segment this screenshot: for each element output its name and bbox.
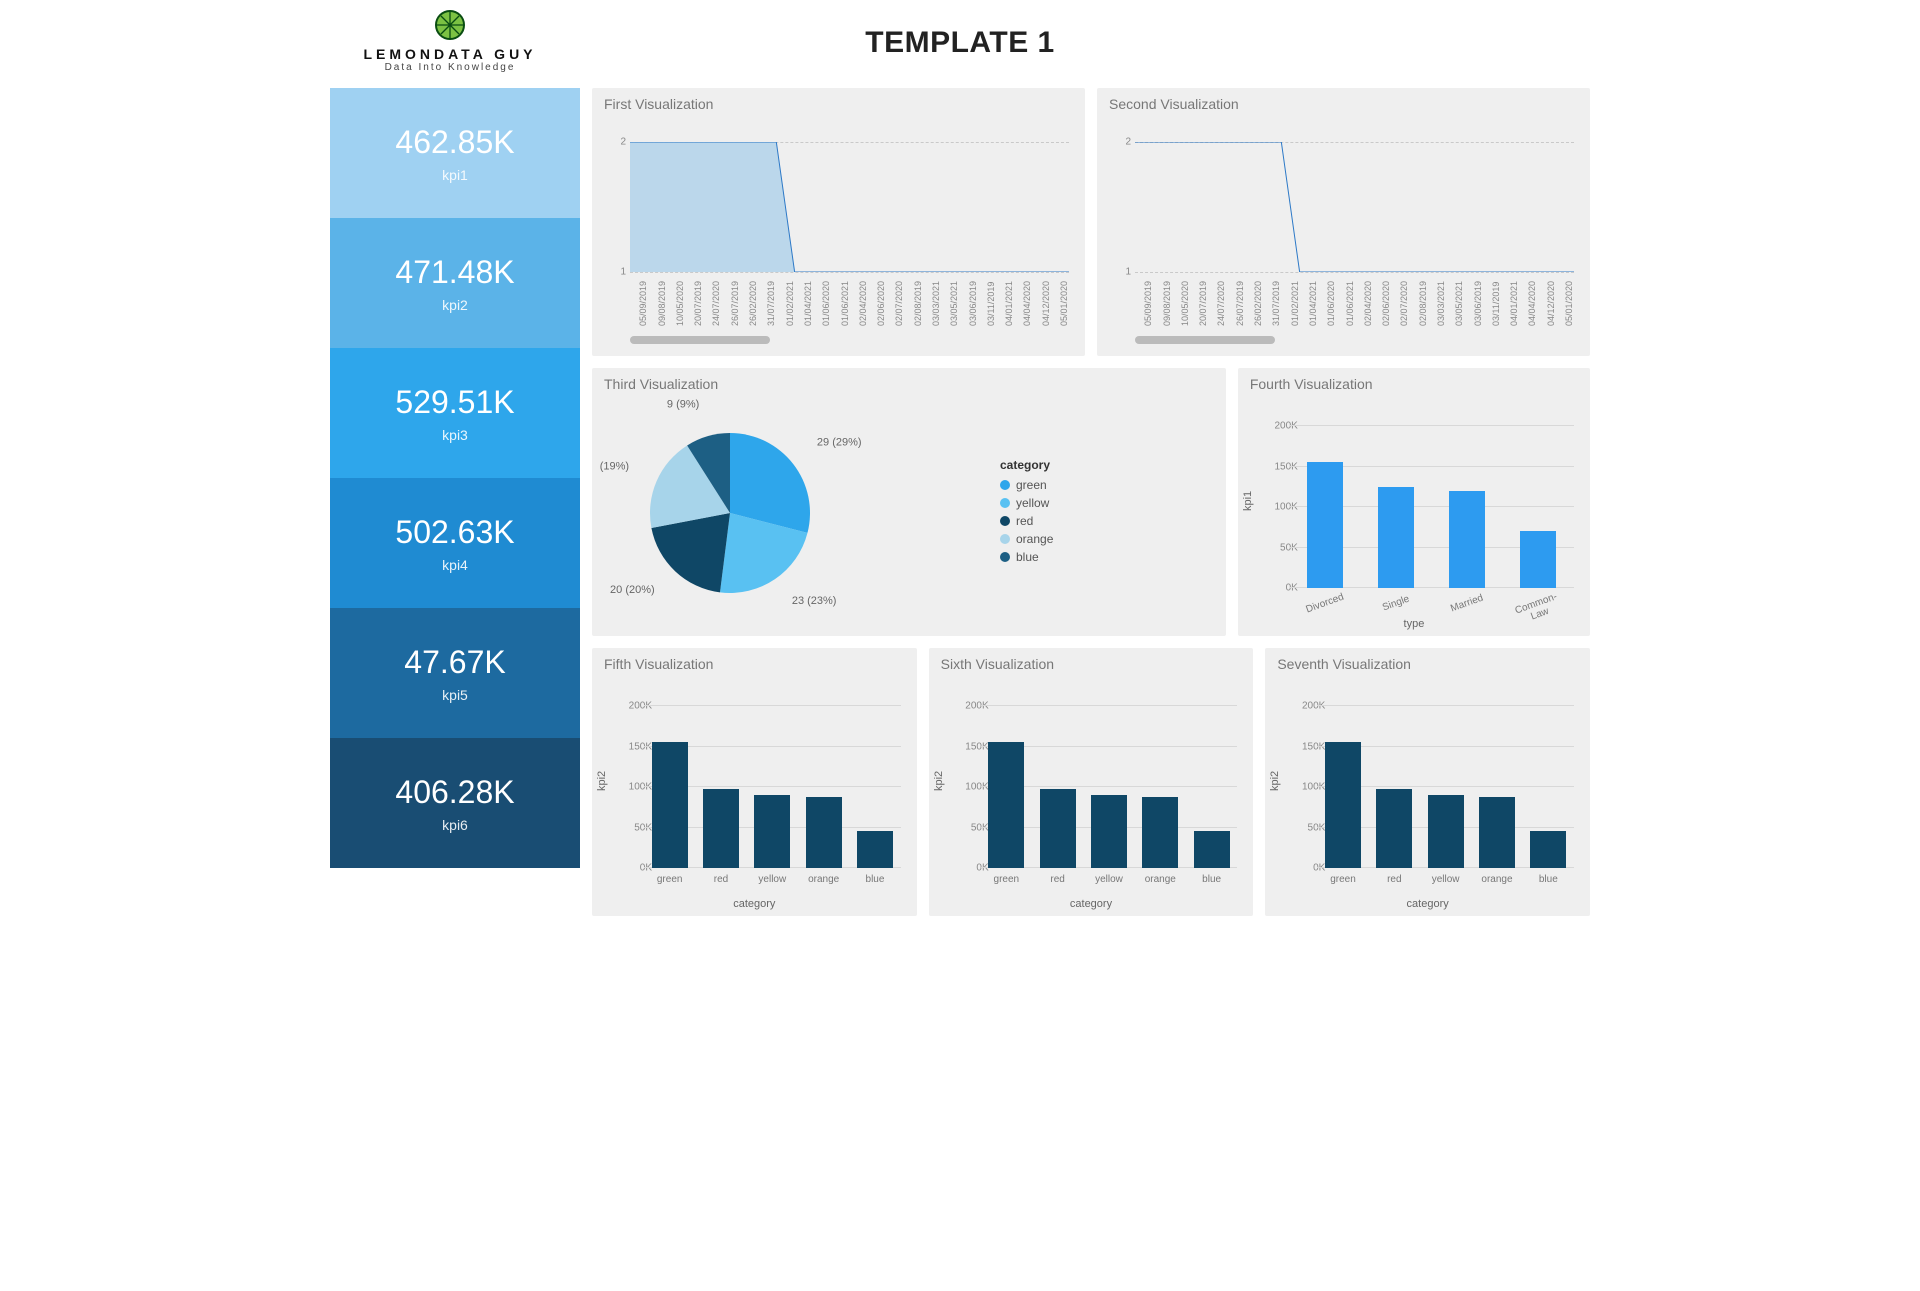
third-visualization-card[interactable]: Third Visualization 29 (29%) 23 (23%) 20 (… — [592, 368, 1226, 636]
svg-text:9 (9%): 9 (9%) — [667, 398, 699, 410]
pie-legend: category green yellow red orange blue — [1000, 458, 1053, 568]
kpi-card-kpi2[interactable]: 471.48K kpi2 — [330, 218, 580, 348]
fourth-visualization-card[interactable]: Fourth Visualization kpi1 0K50K100K150K2… — [1238, 368, 1590, 636]
bar-yellow[interactable]: yellow — [1091, 706, 1127, 868]
main-content: First Visualization 21 01/08/202005/09/2… — [592, 88, 1590, 916]
seventh-visualization-card[interactable]: Seventh Visualization kpi2 0K50K100K150K… — [1265, 648, 1590, 916]
bar-orange[interactable]: orange — [1142, 706, 1178, 868]
bar-blue[interactable]: blue — [857, 706, 893, 868]
bar-orange[interactable]: orange — [806, 706, 842, 868]
y-axis-label: kpi1 — [1242, 491, 1254, 511]
kpi-card-kpi3[interactable]: 529.51K kpi3 — [330, 348, 580, 478]
bar-Divorced[interactable]: Divorced — [1307, 426, 1343, 588]
chart-title: Second Visualization — [1109, 96, 1582, 112]
kpi-card-kpi1[interactable]: 462.85K kpi1 — [330, 88, 580, 218]
kpi-label: kpi3 — [330, 427, 580, 443]
bar-red[interactable]: red — [1040, 706, 1076, 868]
x-axis-label: category — [1273, 898, 1582, 910]
kpi-label: kpi1 — [330, 167, 580, 183]
legend-item-red[interactable]: red — [1000, 514, 1053, 528]
bar-blue[interactable]: blue — [1530, 706, 1566, 868]
bar-green[interactable]: green — [652, 706, 688, 868]
chart-title: Fourth Visualization — [1250, 376, 1582, 392]
legend-item-yellow[interactable]: yellow — [1000, 496, 1053, 510]
kpi-sidebar: 462.85K kpi1 471.48K kpi2 529.51K kpi3 502.63K… — [330, 88, 580, 916]
chart-title: Seventh Visualization — [1277, 656, 1582, 672]
fifth-visualization-card[interactable]: Fifth Visualization kpi2 0K50K100K150K20… — [592, 648, 917, 916]
kpi-card-kpi5[interactable]: 47.67K kpi5 — [330, 608, 580, 738]
y-axis-label: kpi2 — [1269, 771, 1281, 791]
page-title: TEMPLATE 1 — [330, 26, 1590, 60]
legend-item-green[interactable]: green — [1000, 478, 1053, 492]
x-axis-label: type — [1246, 618, 1582, 630]
kpi-label: kpi6 — [330, 817, 580, 833]
bar-yellow[interactable]: yellow — [1428, 706, 1464, 868]
svg-text:29 (29%): 29 (29%) — [817, 437, 862, 449]
svg-text:19 (19%): 19 (19%) — [600, 460, 629, 472]
x-axis-label: category — [937, 898, 1246, 910]
first-visualization-card[interactable]: First Visualization 21 01/08/202005/09/2… — [592, 88, 1085, 356]
kpi-label: kpi5 — [330, 687, 580, 703]
chart-title: Sixth Visualization — [941, 656, 1246, 672]
kpi-value: 47.67K — [330, 644, 580, 681]
chart-title: First Visualization — [604, 96, 1077, 112]
bar-yellow[interactable]: yellow — [754, 706, 790, 868]
pie-chart[interactable]: 29 (29%) 23 (23%) 20 (20%) 19 (19%) 9 (9%) — [600, 398, 980, 628]
legend-item-blue[interactable]: blue — [1000, 550, 1053, 564]
bar-Common-Law[interactable]: Common-Law — [1520, 426, 1556, 588]
sixth-visualization-card[interactable]: Sixth Visualization kpi2 0K50K100K150K20… — [929, 648, 1254, 916]
header: LEMONDATA GUY Data Into Knowledge TEMPLA… — [330, 8, 1590, 78]
x-axis-label: category — [600, 898, 909, 910]
legend-title: category — [1000, 458, 1053, 472]
bar-orange[interactable]: orange — [1479, 706, 1515, 868]
bar-blue[interactable]: blue — [1194, 706, 1230, 868]
kpi-value: 471.48K — [330, 254, 580, 291]
bar-green[interactable]: green — [988, 706, 1024, 868]
bar-red[interactable]: red — [703, 706, 739, 868]
y-axis-label: kpi2 — [933, 771, 945, 791]
kpi-label: kpi2 — [330, 297, 580, 313]
kpi-card-kpi4[interactable]: 502.63K kpi4 — [330, 478, 580, 608]
bar-green[interactable]: green — [1325, 706, 1361, 868]
chart-title: Third Visualization — [604, 376, 1218, 392]
bar-Married[interactable]: Married — [1449, 426, 1485, 588]
bar-Single[interactable]: Single — [1378, 426, 1414, 588]
y-axis-label: kpi2 — [596, 771, 608, 791]
legend-item-orange[interactable]: orange — [1000, 532, 1053, 546]
kpi-card-kpi6[interactable]: 406.28K kpi6 — [330, 738, 580, 868]
brand-tagline: Data Into Knowledge — [385, 62, 516, 73]
kpi-value: 406.28K — [330, 774, 580, 811]
kpi-value: 529.51K — [330, 384, 580, 421]
kpi-value: 502.63K — [330, 514, 580, 551]
chart-title: Fifth Visualization — [604, 656, 909, 672]
svg-text:20 (20%): 20 (20%) — [610, 584, 655, 596]
kpi-label: kpi4 — [330, 557, 580, 573]
bar-red[interactable]: red — [1376, 706, 1412, 868]
kpi-value: 462.85K — [330, 124, 580, 161]
svg-text:23 (23%): 23 (23%) — [792, 595, 837, 607]
chart-scrollbar[interactable] — [630, 336, 770, 344]
chart-scrollbar[interactable] — [1135, 336, 1275, 344]
second-visualization-card[interactable]: Second Visualization 21 01/08/202005/09/… — [1097, 88, 1590, 356]
